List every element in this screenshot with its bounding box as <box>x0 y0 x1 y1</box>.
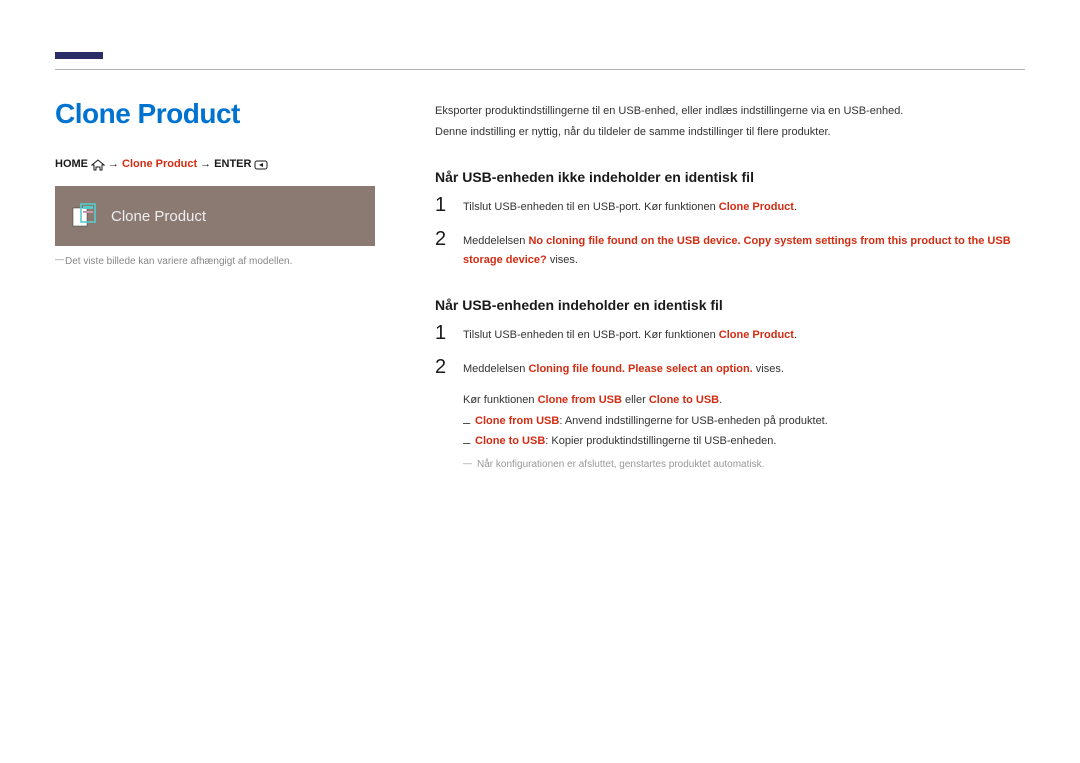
header-divider <box>55 69 1025 70</box>
step-body: Tilslut USB-enheden til en USB-port. Kør… <box>463 195 797 217</box>
section1-step1: 1 Tilslut USB-enheden til en USB-port. K… <box>435 195 1025 217</box>
step-number: 1 <box>435 323 449 345</box>
nav-enter: ENTER <box>214 158 251 170</box>
text: . <box>794 201 797 213</box>
text: Meddelelsen <box>463 235 528 247</box>
clone-from-usb-label: Clone from USB <box>475 415 559 427</box>
text: Tilslut USB-enheden til en USB-port. Kør… <box>463 329 719 341</box>
left-column: Clone Product HOME → Clone Product → ENT… <box>55 98 395 470</box>
section2-step1: 1 Tilslut USB-enheden til en USB-port. K… <box>435 323 1025 345</box>
text: : Anvend indstillingerne for USB-enheden… <box>559 415 827 427</box>
intro-line-2: Denne indstilling er nyttig, når du tild… <box>435 123 1025 142</box>
text: : Kopier produktindstillingerne til USB-… <box>545 435 776 447</box>
section2-step2: 2 Meddelelsen Cloning file found. Please… <box>435 357 1025 379</box>
step-body: Tilslut USB-enheden til en USB-port. Kør… <box>463 323 797 345</box>
text: . <box>719 394 722 406</box>
clone-product-label: Clone Product <box>719 201 794 213</box>
home-icon <box>91 159 105 171</box>
bullet-clone-from-usb: Clone from USB: Anvend indstillingerne f… <box>463 412 1025 431</box>
nav-arrow-2: → <box>200 158 211 170</box>
no-cloning-file-message: No cloning file found on the USB device.… <box>463 235 1011 266</box>
preview-box: Clone Product <box>55 186 375 246</box>
step-number: 1 <box>435 195 449 217</box>
clone-to-usb-label: Clone to USB <box>475 435 545 447</box>
text: . <box>794 329 797 341</box>
text: Meddelelsen <box>463 363 528 375</box>
header-tab-mark <box>55 52 103 59</box>
text: Tilslut USB-enheden til en USB-port. Kør… <box>463 201 719 213</box>
clone-product-icon <box>71 202 99 230</box>
right-column: Eksporter produktindstillingerne til en … <box>435 98 1025 470</box>
section1-step2: 2 Meddelelsen No cloning file found on t… <box>435 229 1025 269</box>
page-title: Clone Product <box>55 98 395 130</box>
clone-from-usb-label: Clone from USB <box>538 394 622 406</box>
step-body: Meddelelsen Cloning file found. Please s… <box>463 357 784 379</box>
bullet-clone-to-usb: Clone to USB: Kopier produktindstillinge… <box>463 432 1025 451</box>
nav-clone-product: Clone Product <box>122 158 197 170</box>
text: vises. <box>547 254 578 266</box>
nav-path: HOME → Clone Product → ENTER <box>55 158 395 170</box>
section2-heading: Når USB-enheden indeholder en identisk f… <box>435 297 1025 313</box>
page-content: Clone Product HOME → Clone Product → ENT… <box>55 98 1025 470</box>
nav-arrow-1: → <box>108 158 119 170</box>
enter-icon <box>254 159 268 171</box>
step-number: 2 <box>435 357 449 379</box>
step-body: Meddelelsen No cloning file found on the… <box>463 229 1025 269</box>
text: Kør funktionen <box>463 394 538 406</box>
left-footnote: Det viste billede kan variere afhængigt … <box>55 256 395 267</box>
section1-heading: Når USB-enheden ikke indeholder en ident… <box>435 169 1025 185</box>
preview-label: Clone Product <box>111 208 206 225</box>
intro-line-1: Eksporter produktindstillingerne til en … <box>435 102 1025 121</box>
text: vises. <box>753 363 784 375</box>
cloning-file-found-message: Cloning file found. Please select an opt… <box>528 363 752 375</box>
step-number: 2 <box>435 229 449 269</box>
clone-product-label: Clone Product <box>719 329 794 341</box>
clone-to-usb-label: Clone to USB <box>649 394 719 406</box>
text: eller <box>622 394 649 406</box>
restart-footnote: Når konfigurationen er afsluttet, gensta… <box>463 459 1025 470</box>
nav-home: HOME <box>55 158 88 170</box>
run-function-line: Kør funktionen Clone from USB eller Clon… <box>463 391 1025 410</box>
